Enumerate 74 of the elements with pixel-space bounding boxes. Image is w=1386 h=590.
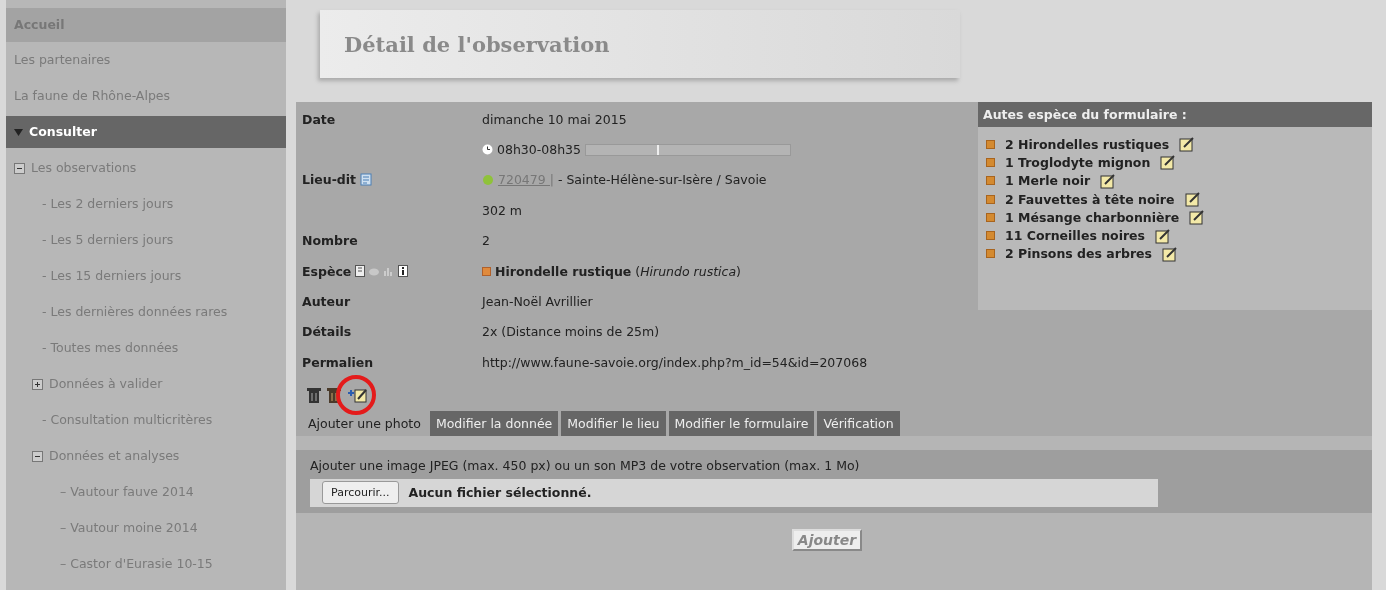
tab[interactable]: Modifier le lieu <box>561 410 666 436</box>
sidebar-item[interactable]: – Castor d'Eurasie 10-15 <box>60 556 213 571</box>
square-bullet-icon <box>986 176 995 186</box>
collapse-icon[interactable] <box>32 451 43 462</box>
sidebar-section[interactable]: Consulter <box>6 116 286 148</box>
field-label: Permalien <box>302 354 374 370</box>
location-dot-icon <box>482 173 494 186</box>
field-label: Détails <box>302 324 352 340</box>
edit-icon[interactable] <box>1161 245 1178 262</box>
expand-icon[interactable] <box>32 379 43 390</box>
field-value: 2 <box>482 233 490 249</box>
tab[interactable]: Vérification <box>817 410 900 436</box>
species-name: Hirondelle rustique (Hirundo rustica) <box>495 263 741 279</box>
panel-title: Autes espèce du formulaire : <box>978 102 1372 127</box>
edit-icon[interactable] <box>1155 227 1172 244</box>
species-item[interactable]: 2 Fauvettes à tête noire <box>1005 191 1175 207</box>
sidebar-item[interactable]: – Vautour moine 2014 <box>60 520 198 535</box>
sidebar-item[interactable]: - Toutes mes données <box>42 340 179 355</box>
edit-icon[interactable] <box>1189 209 1206 226</box>
time-range: 08h30-08h35 <box>497 142 581 158</box>
field-label: Date <box>302 111 336 127</box>
caret-icon <box>14 127 23 137</box>
square-bullet-icon <box>986 194 995 204</box>
file-input[interactable]: Parcourir... Aucun fichier sélectionné. <box>310 478 1158 507</box>
species-item[interactable]: 2 Pinsons des arbres <box>1005 246 1152 262</box>
sidebar-item[interactable]: - Les dernières données rares <box>42 304 228 319</box>
info-icon[interactable] <box>398 265 409 278</box>
tab[interactable]: Modifier la donnée <box>429 410 559 436</box>
trash-icon[interactable] <box>306 385 322 404</box>
sidebar-item[interactable]: - Consultation multicritères <box>42 412 213 427</box>
field-label: Nombre <box>302 233 358 249</box>
sidebar-item[interactable]: La faune de Rhône-Alpes <box>14 88 171 103</box>
square-bullet-icon <box>482 266 491 276</box>
sidebar-item[interactable]: Données et analyses <box>49 448 180 463</box>
field-value: dimanche 10 mai 2015 <box>482 111 627 127</box>
upload-instructions: Ajouter une image JPEG (max. 450 px) ou un son MP3 de votre observation (max. 1 Mo) <box>310 457 861 473</box>
field-value: http://www.faune-savoie.org/index.php?m_id=54&id=207068 <box>482 354 868 370</box>
place-name: - Sainte-Hélène-sur-Isère / Savoie <box>557 172 767 188</box>
tab[interactable]: Modifier le formulaire <box>668 410 815 436</box>
browse-button[interactable]: Parcourir... <box>322 481 399 504</box>
edit-icon[interactable] <box>1179 136 1196 153</box>
edit-icon[interactable] <box>1100 172 1117 189</box>
sidebar-item[interactable]: - Les 2 derniers jours <box>42 196 174 211</box>
submit-button[interactable]: Ajouter <box>791 528 863 551</box>
sidebar-item[interactable]: - Les 15 derniers jours <box>42 268 182 283</box>
sidebar-item[interactable]: - Les 5 derniers jours <box>42 232 174 247</box>
species-item[interactable]: 11 Corneilles noires <box>1005 228 1146 244</box>
species-item[interactable]: 2 Hirondelles rustiques <box>1005 136 1170 152</box>
highlight-circle <box>335 373 377 416</box>
species-item[interactable]: 1 Mésange charbonnière <box>1005 209 1180 225</box>
species-item[interactable]: 1 Merle noir <box>1005 173 1091 189</box>
species-item[interactable]: 1 Troglodyte mignon <box>1005 154 1151 170</box>
page-title: Détail de l'observation <box>344 31 610 57</box>
edit-icon[interactable] <box>1184 191 1201 208</box>
sidebar-item[interactable]: Données à valider <box>49 376 163 391</box>
sidebar-item[interactable]: Les partenaires <box>14 52 111 67</box>
edit-icon[interactable] <box>1160 154 1177 171</box>
clock-icon <box>482 144 493 156</box>
square-bullet-icon <box>986 157 995 167</box>
square-bullet-icon <box>986 249 995 259</box>
tab[interactable]: Ajouter une photo <box>302 410 427 436</box>
field-label: Lieu-dit <box>302 172 357 188</box>
sidebar-item[interactable]: – Vautour fauve 2014 <box>60 484 194 499</box>
field-value: Jean-Noël Avrillier <box>482 294 593 310</box>
document-icon[interactable] <box>355 265 366 278</box>
square-bullet-icon <box>986 231 995 241</box>
field-value: 302 m <box>482 202 522 218</box>
collapse-icon[interactable] <box>14 163 25 174</box>
sidebar-item[interactable]: Les observations <box>31 160 137 175</box>
square-bullet-icon <box>986 212 995 222</box>
field-value: 2x (Distance moins de 25m) <box>482 324 660 340</box>
field-label: Espèce <box>302 263 352 279</box>
square-bullet-icon <box>986 139 995 149</box>
field-label: Auteur <box>302 294 351 310</box>
